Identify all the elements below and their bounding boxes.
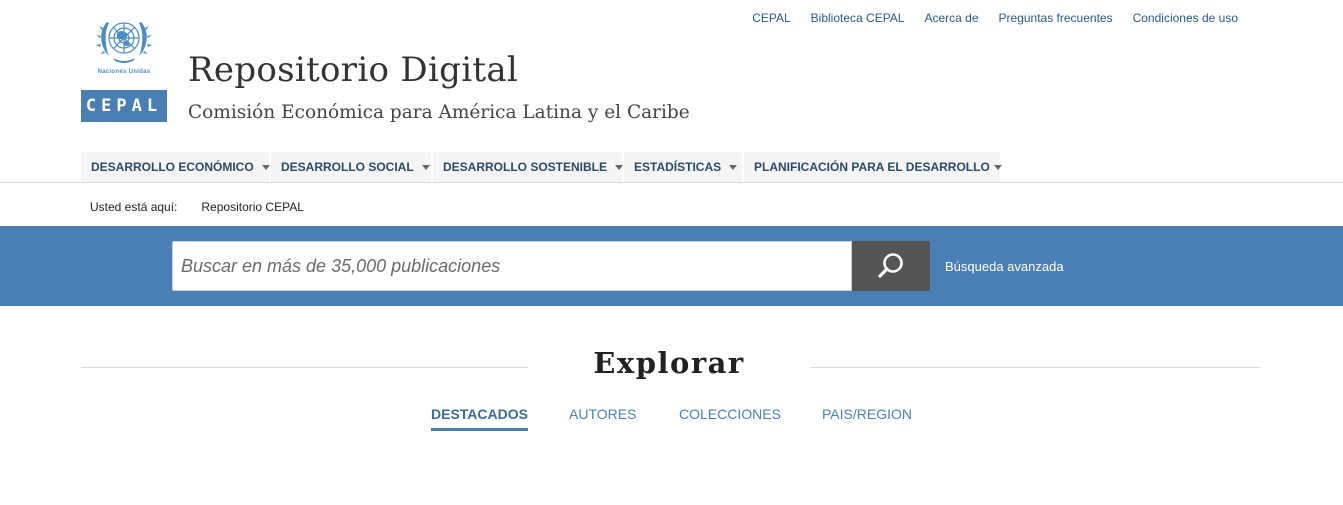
breadcrumb-current[interactable]: Repositorio CEPAL — [201, 200, 304, 214]
site-subtitle: Comisión Económica para América Latina y… — [188, 102, 690, 123]
tab-colecciones[interactable]: COLECCIONES — [679, 406, 781, 428]
cepal-logo-text: CEPAL — [81, 90, 167, 122]
un-emblem-icon — [96, 22, 152, 63]
top-utility-links: CEPAL Biblioteca CEPAL Acerca de Pregunt… — [742, 10, 1248, 26]
explore-divider-left — [81, 367, 528, 368]
nav-estadisticas[interactable]: ESTADÍSTICAS — [624, 152, 744, 182]
advanced-search-link[interactable]: Búsqueda avanzada — [945, 259, 1064, 274]
nav-divider — [0, 182, 1343, 183]
top-link-biblioteca[interactable]: Biblioteca CEPAL — [801, 10, 915, 26]
top-link-preguntas[interactable]: Preguntas frecuentes — [989, 10, 1123, 26]
nav-planificacion[interactable]: PLANIFICACIÓN PARA EL DESARROLLO — [744, 152, 1002, 182]
nav-label: ESTADÍSTICAS — [634, 160, 722, 174]
search-icon — [878, 253, 903, 278]
cepal-logo[interactable]: Naciones Unidas CEPAL — [81, 14, 167, 124]
search-band: Búsqueda avanzada — [0, 226, 1343, 306]
nav-label: DESARROLLO ECONÓMICO — [91, 160, 254, 174]
site-title: Repositorio Digital — [188, 50, 519, 90]
caret-down-icon — [615, 164, 624, 170]
explore-divider-right — [810, 367, 1260, 368]
tab-pais-region[interactable]: PAIS/REGION — [822, 406, 912, 428]
caret-down-icon — [729, 164, 738, 170]
search-button[interactable] — [852, 241, 930, 291]
breadcrumb-label: Usted está aquí: — [90, 200, 178, 214]
top-link-acerca[interactable]: Acerca de — [914, 10, 988, 26]
breadcrumb: Usted está aquí: Repositorio CEPAL — [90, 200, 304, 214]
main-navigation: DESARROLLO ECONÓMICO DESARROLLO SOCIAL D… — [81, 152, 1002, 183]
nav-label: DESARROLLO SOCIAL — [281, 160, 414, 174]
nav-label: DESARROLLO SOSTENIBLE — [443, 160, 608, 174]
top-link-condiciones[interactable]: Condiciones de uso — [1123, 10, 1248, 26]
caret-down-icon — [261, 164, 270, 170]
top-link-cepal[interactable]: CEPAL — [742, 10, 800, 26]
caret-down-icon — [421, 164, 430, 170]
explore-tabs: DESTACADOS AUTORES COLECCIONES PAIS/REGI… — [0, 406, 1343, 436]
tab-destacados[interactable]: DESTACADOS — [431, 406, 528, 431]
explore-title: Explorar — [593, 346, 745, 380]
tab-autores[interactable]: AUTORES — [569, 406, 636, 428]
nav-desarrollo-economico[interactable]: DESARROLLO ECONÓMICO — [81, 152, 271, 182]
caret-down-icon — [993, 164, 1002, 170]
search-input[interactable] — [172, 241, 852, 291]
un-logo-text: Naciones Unidas — [97, 69, 151, 75]
nav-desarrollo-social[interactable]: DESARROLLO SOCIAL — [271, 152, 433, 182]
nav-desarrollo-sostenible[interactable]: DESARROLLO SOSTENIBLE — [433, 152, 624, 182]
nav-label: PLANIFICACIÓN PARA EL DESARROLLO — [754, 160, 990, 174]
